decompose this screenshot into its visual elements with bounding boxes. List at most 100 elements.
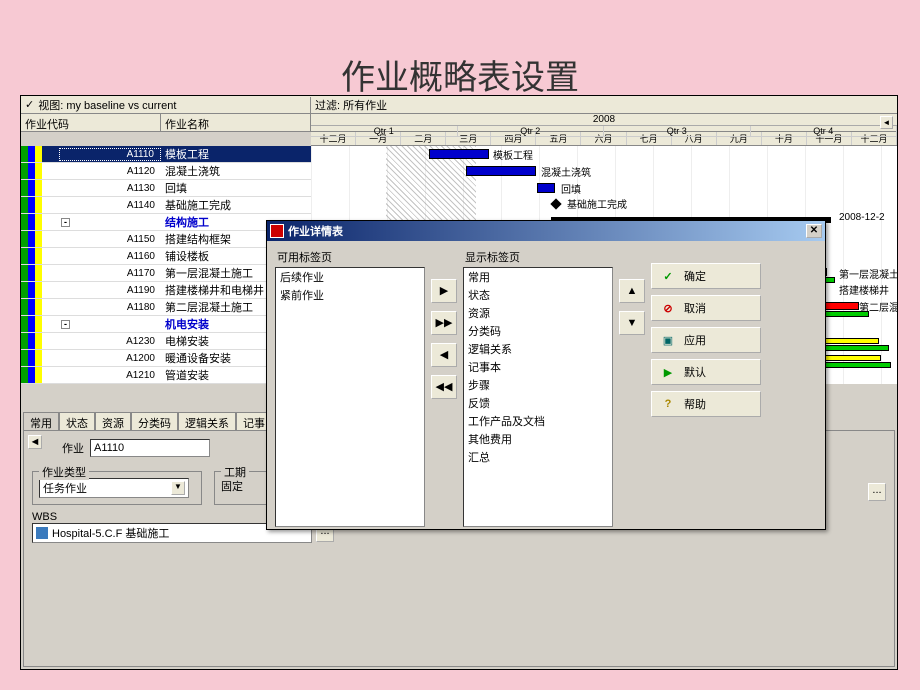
- list-item[interactable]: 步骤: [464, 376, 612, 394]
- bar-label: 第二层混: [859, 299, 897, 314]
- fixed-label: 固定: [221, 478, 267, 494]
- indent-marks: [21, 282, 59, 298]
- btn-label: 取消: [684, 300, 706, 316]
- list-item[interactable]: 资源: [464, 304, 612, 322]
- list-item[interactable]: 记事本: [464, 358, 612, 376]
- activity-type-combo[interactable]: 任务作业 ▼: [39, 478, 189, 498]
- cancel-icon: ⊘: [660, 302, 676, 315]
- task-code: A1200: [59, 353, 161, 364]
- indent-marks: [21, 197, 59, 213]
- move-right-button[interactable]: ▶: [431, 279, 457, 303]
- move-buttons: ▶ ▶▶ ◀ ◀◀: [431, 249, 457, 527]
- display-label: 显示标签页: [465, 249, 613, 265]
- bar-a1110[interactable]: [429, 149, 489, 159]
- top-toolbar: ✓ 视图: my baseline vs current 过滤: 所有作业: [21, 96, 897, 114]
- list-item[interactable]: 紧前作业: [276, 286, 424, 304]
- task-code: A1150: [59, 234, 161, 245]
- bar-label: 模板工程: [493, 147, 533, 162]
- col-header-code[interactable]: 作业代码: [21, 114, 161, 131]
- col-header-name[interactable]: 作业名称: [161, 114, 311, 131]
- btn-label: 确定: [684, 268, 706, 284]
- filter-selector[interactable]: 过滤: 所有作业: [311, 97, 391, 113]
- move-up-button[interactable]: ▲: [619, 279, 645, 303]
- move-down-button[interactable]: ▼: [619, 311, 645, 335]
- indent-marks: [21, 248, 59, 264]
- gantt-quarters: Qtr 1 Qtr 2 Qtr 3 Qtr 4: [311, 126, 897, 137]
- table-row[interactable]: A1110模板工程: [21, 146, 311, 163]
- list-item[interactable]: 工作产品及文档: [464, 412, 612, 430]
- table-row[interactable]: A1140基础施工完成: [21, 197, 311, 214]
- list-item[interactable]: 汇总: [464, 448, 612, 466]
- list-item[interactable]: 反馈: [464, 394, 612, 412]
- dialog-title: 作业详情表: [288, 223, 343, 239]
- bar-label: 搭建楼梯井: [839, 282, 889, 297]
- gantt-header: ◄ 2008 Qtr 1 Qtr 2 Qtr 3 Qtr 4: [311, 114, 897, 131]
- ellipsis-button[interactable]: ...: [868, 483, 886, 501]
- qtr: Qtr 1: [311, 126, 458, 137]
- default-button[interactable]: ▶ 默认: [651, 359, 761, 385]
- indent-marks: [21, 350, 59, 366]
- move-left-button[interactable]: ◀: [431, 343, 457, 367]
- task-code: A1190: [59, 285, 161, 296]
- indent-marks: [21, 214, 59, 230]
- task-code: -: [59, 319, 161, 330]
- chevron-down-icon[interactable]: ▼: [171, 481, 185, 495]
- close-icon[interactable]: ✕: [806, 224, 822, 238]
- view-selector[interactable]: ✓ 视图: my baseline vs current: [21, 97, 311, 113]
- help-button[interactable]: ? 帮助: [651, 391, 761, 417]
- list-item[interactable]: 逻辑关系: [464, 340, 612, 358]
- nav-left-icon[interactable]: ◄: [880, 116, 893, 129]
- task-code: A1210: [59, 370, 161, 381]
- combo-value: 任务作业: [43, 480, 87, 496]
- bar-label: 混凝土浇筑: [541, 164, 591, 179]
- list-item[interactable]: 常用: [464, 268, 612, 286]
- task-code: A1140: [59, 200, 161, 211]
- list-item[interactable]: 后续作业: [276, 268, 424, 286]
- bar-a1130[interactable]: [537, 183, 555, 193]
- available-listbox[interactable]: 后续作业紧前作业: [275, 267, 425, 527]
- bar-a1120[interactable]: [466, 166, 536, 176]
- activity-label: 作业: [62, 440, 84, 456]
- btn-label: 帮助: [684, 396, 706, 412]
- indent-marks: [21, 333, 59, 349]
- bar-label: 回填: [561, 181, 581, 196]
- task-code: A1120: [59, 166, 161, 177]
- bar-label: 基础施工完成: [567, 196, 627, 211]
- activity-code-input[interactable]: [90, 439, 210, 457]
- table-row[interactable]: A1130回填: [21, 180, 311, 197]
- apply-icon: ▣: [660, 334, 676, 347]
- play-icon: ▶: [660, 366, 676, 379]
- bar-label: 2008-12-2: [839, 212, 885, 223]
- indent-marks: [21, 146, 59, 162]
- columns-header: 作业代码 作业名称 ◄ 2008 Qtr 1 Qtr 2 Qtr 3 Qtr 4: [21, 114, 897, 132]
- help-icon: ?: [660, 398, 676, 410]
- move-all-left-button[interactable]: ◀◀: [431, 375, 457, 399]
- ok-button[interactable]: ✓确定: [651, 263, 761, 289]
- task-name: 回填: [161, 180, 311, 196]
- task-name: 模板工程: [161, 146, 311, 162]
- dialog-titlebar[interactable]: 作业详情表 ✕: [267, 221, 825, 241]
- indent-marks: [21, 180, 59, 196]
- list-item[interactable]: 分类码: [464, 322, 612, 340]
- apply-button[interactable]: ▣ 应用: [651, 327, 761, 353]
- checkmark-icon: ✓: [25, 98, 34, 111]
- task-code: A1110: [59, 148, 161, 161]
- display-listbox[interactable]: 常用状态资源分类码逻辑关系记事本步骤反馈工作产品及文档其他费用汇总: [463, 267, 613, 527]
- cancel-button[interactable]: ⊘ 取消: [651, 295, 761, 321]
- move-all-right-button[interactable]: ▶▶: [431, 311, 457, 335]
- task-code: A1160: [59, 251, 161, 262]
- table-row[interactable]: A1120混凝土浇筑: [21, 163, 311, 180]
- btn-label: 默认: [684, 364, 706, 380]
- type-group-label: 作业类型: [39, 464, 89, 480]
- indent-marks: [21, 163, 59, 179]
- view-text: 视图: my baseline vs current: [38, 97, 176, 113]
- collapse-left-icon[interactable]: ◄: [28, 435, 42, 449]
- dialog-body: 可用标签页 后续作业紧前作业 ▶ ▶▶ ◀ ◀◀ 显示标签页 常用状态资源分类码…: [267, 241, 825, 535]
- indent-marks: [21, 316, 59, 332]
- task-name: 混凝土浇筑: [161, 163, 311, 179]
- list-item[interactable]: 其他费用: [464, 430, 612, 448]
- wbs-value: Hospital-5.C.F 基础施工: [52, 525, 169, 541]
- btn-label: 应用: [684, 332, 706, 348]
- dialog-buttons: ✓确定 ⊘ 取消 ▣ 应用 ▶ 默认 ? 帮助: [651, 249, 761, 527]
- list-item[interactable]: 状态: [464, 286, 612, 304]
